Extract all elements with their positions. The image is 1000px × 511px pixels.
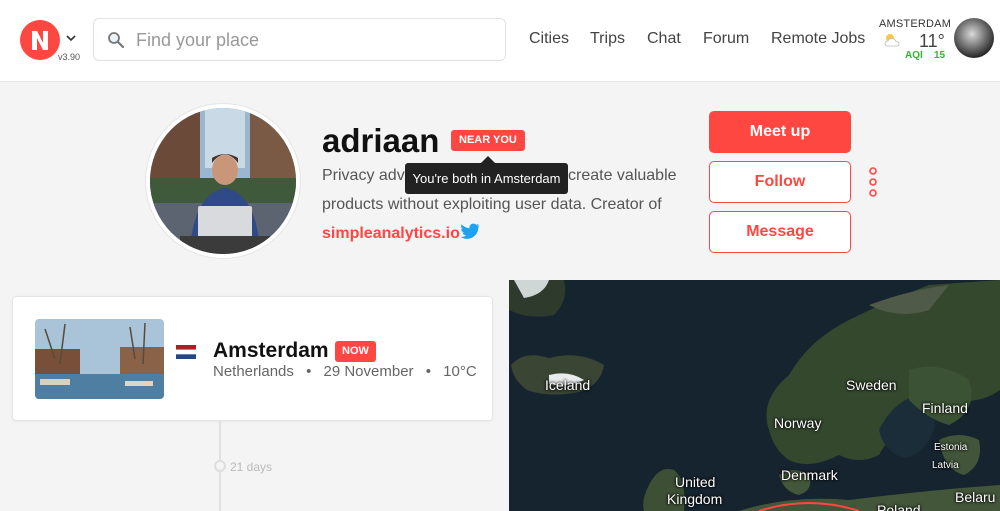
- bio-line-1-end: create valuable: [568, 167, 677, 184]
- partly-cloudy-icon: [884, 34, 900, 47]
- aqi-label: AQI: [905, 50, 923, 61]
- logo-icon: [32, 31, 48, 50]
- amsterdam-canal-image: [35, 319, 164, 399]
- search-box[interactable]: [93, 18, 506, 61]
- trip-city-name[interactable]: Amsterdam: [213, 339, 329, 363]
- twitter-icon[interactable]: [460, 223, 480, 240]
- nav-remote-jobs[interactable]: Remote Jobs: [771, 30, 865, 48]
- map-label-norway: Norway: [774, 415, 822, 431]
- profile-photo-image: [150, 108, 296, 254]
- nav-chat[interactable]: Chat: [647, 30, 681, 48]
- map-label-kingdom: Kingdom: [667, 491, 723, 507]
- more-options-icon[interactable]: [867, 167, 879, 199]
- weather-city: AMSTERDAM: [879, 18, 952, 30]
- nav-cities[interactable]: Cities: [529, 30, 569, 48]
- timeline-gap-label: 21 days: [230, 460, 273, 474]
- search-icon: [108, 32, 125, 49]
- trip-meta: Netherlands • 29 November • 10°C: [213, 363, 477, 380]
- near-you-tooltip: You're both in Amsterdam: [405, 156, 568, 194]
- city-photo: [35, 319, 164, 399]
- map-terrain: [509, 280, 1000, 511]
- nomadlist-logo[interactable]: [20, 20, 60, 60]
- user-avatar[interactable]: [954, 18, 994, 58]
- map-label-sweden: Sweden: [846, 377, 897, 393]
- version-label: v3.90: [58, 52, 81, 62]
- profile-username: adriaan: [322, 122, 440, 159]
- trip-temperature: 10°C: [443, 363, 477, 380]
- near-you-badge[interactable]: NEAR YOU: [451, 130, 525, 151]
- follow-button[interactable]: Follow: [709, 161, 851, 203]
- map-label-latvia: Latvia: [932, 460, 959, 471]
- message-button[interactable]: Message: [709, 211, 851, 253]
- map-label-denmark: Denmark: [781, 467, 838, 483]
- bio-line-2: products without exploiting user data. C…: [322, 196, 662, 213]
- meet-up-button[interactable]: Meet up: [709, 111, 851, 153]
- weather-temperature: 11°: [919, 31, 945, 51]
- trip-map[interactable]: Iceland Sweden Finland Norway Estonia La…: [509, 280, 1000, 511]
- nav-trips[interactable]: Trips: [590, 30, 625, 48]
- separator-dot-icon: •: [425, 363, 431, 380]
- map-label-finland: Finland: [922, 400, 968, 416]
- aqi-value: 15: [934, 50, 946, 61]
- map-label-estonia: Estonia: [934, 442, 968, 453]
- bio-line-1-start: Privacy adv: [322, 167, 405, 184]
- trip-country: Netherlands: [213, 363, 294, 380]
- profile-photo: [146, 104, 300, 258]
- search-input[interactable]: [136, 27, 496, 53]
- chevron-down-icon[interactable]: [65, 32, 77, 44]
- nav-forum[interactable]: Forum: [703, 30, 749, 48]
- map-label-united: United: [675, 474, 716, 490]
- trip-card[interactable]: Amsterdam NOW Netherlands • 29 November …: [12, 296, 493, 421]
- netherlands-flag-icon: [176, 345, 196, 359]
- bio-website-link[interactable]: simpleanalytics.io: [322, 225, 460, 243]
- map-label-poland: Poland: [877, 502, 921, 511]
- top-header: v3.90 Cities Trips Chat Forum Remote Job…: [0, 0, 1000, 82]
- now-badge: NOW: [335, 341, 376, 362]
- timeline-dot: [214, 460, 226, 472]
- trip-date: 29 November: [323, 363, 414, 380]
- separator-dot-icon: •: [306, 363, 312, 380]
- map-label-iceland: Iceland: [545, 377, 591, 393]
- map-label-belarus: Belaru: [955, 489, 996, 505]
